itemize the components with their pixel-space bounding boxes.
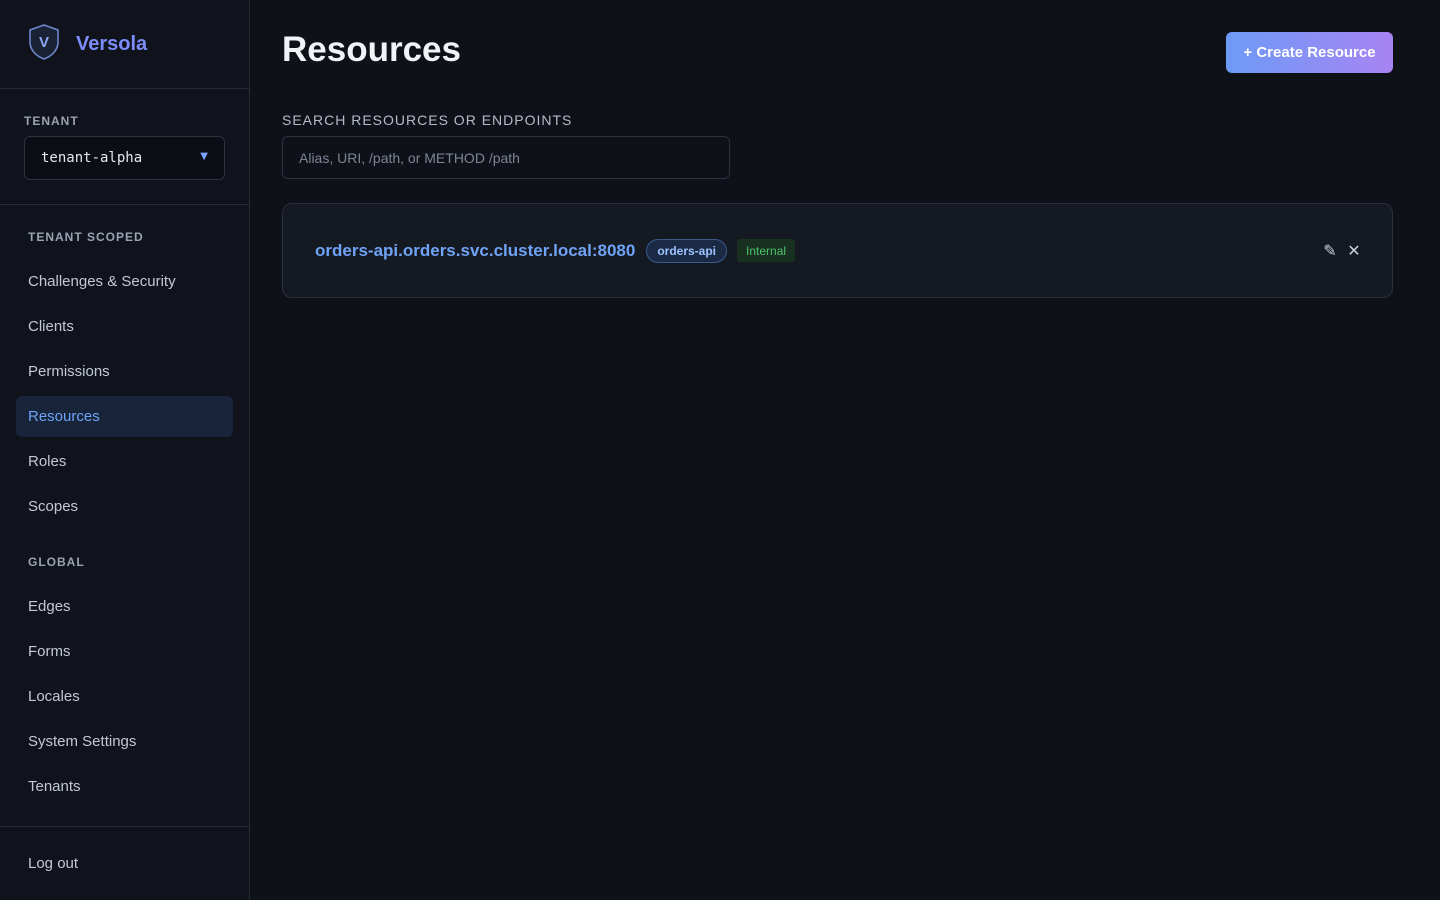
sidebar-item-forms[interactable]: Forms <box>16 631 233 672</box>
visibility-badge: Internal <box>737 239 796 262</box>
sidebar-item-users[interactable]: Users <box>16 811 233 826</box>
sidebar-item-tenants[interactable]: Tenants <box>16 766 233 807</box>
sidebar-item-challenges-security[interactable]: Challenges & Security <box>16 261 233 302</box>
tenant-selector-block: TENANT tenant-alpha ▼ <box>0 89 249 205</box>
caret-down-icon: ▼ <box>200 151 208 162</box>
nav-section-title: TENANT SCOPED <box>28 230 144 244</box>
tenant-select[interactable]: tenant-alpha ▼ <box>24 136 225 180</box>
tenant-select-value: tenant-alpha <box>41 150 143 166</box>
card-actions: ✎ ✕ <box>1323 238 1361 262</box>
sidebar-item-roles[interactable]: Roles <box>16 441 233 482</box>
sidebar-item-scopes[interactable]: Scopes <box>16 486 233 527</box>
resource-card[interactable]: orders-api.orders.svc.cluster.local:8080… <box>282 203 1393 298</box>
page-title: Resources <box>282 30 461 69</box>
brand-name: Versola <box>76 32 148 55</box>
sidebar: V Versola TENANT tenant-alpha ▼ TENANT S… <box>0 0 250 900</box>
sidebar-item-edges[interactable]: Edges <box>16 586 233 627</box>
sidebar-item-clients[interactable]: Clients <box>16 306 233 347</box>
close-icon[interactable]: ✕ <box>1347 238 1361 262</box>
sidebar-item-locales[interactable]: Locales <box>16 676 233 717</box>
sidebar-nav: TENANT SCOPED Challenges & Security Client… <box>0 205 249 826</box>
main-content: Resources + Create Resource SEARCH RESOU… <box>250 0 1440 900</box>
logout-button[interactable]: Log out <box>0 826 249 900</box>
svg-text:V: V <box>39 34 49 51</box>
search-input[interactable] <box>282 136 730 179</box>
sidebar-item-system-settings[interactable]: System Settings <box>16 721 233 762</box>
sidebar-item-resources[interactable]: Resources <box>16 396 233 437</box>
create-resource-button[interactable]: + Create Resource <box>1226 32 1393 73</box>
resource-uri-link[interactable]: orders-api.orders.svc.cluster.local:8080 <box>315 241 635 261</box>
search-label: SEARCH RESOURCES OR ENDPOINTS <box>282 112 573 128</box>
edit-pencil-icon[interactable]: ✎ <box>1323 238 1337 262</box>
nav-section-title: GLOBAL <box>28 555 85 569</box>
brand[interactable]: V Versola <box>0 0 249 89</box>
tenant-label: TENANT <box>24 114 79 128</box>
alias-badge: orders-api <box>646 238 728 263</box>
sidebar-item-permissions[interactable]: Permissions <box>16 351 233 392</box>
shield-logo-icon: V <box>28 23 60 65</box>
